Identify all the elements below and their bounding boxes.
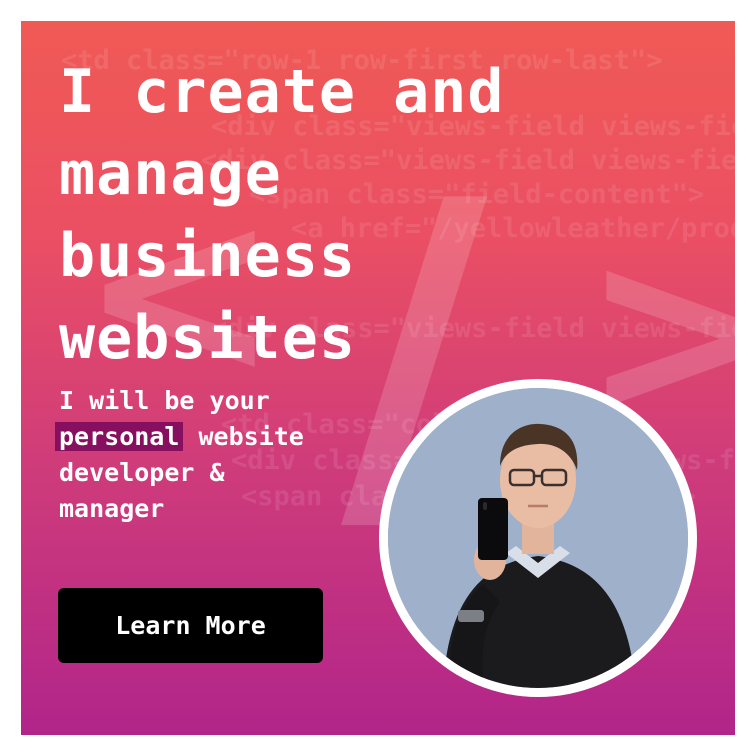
highlighted-word: personal — [55, 422, 184, 451]
portrait-photo-icon — [388, 388, 688, 688]
subtitle-text: website — [198, 422, 304, 451]
avatar — [379, 379, 697, 697]
subtitle-text: manager — [59, 494, 165, 523]
headline: I create and manage business websites — [59, 51, 579, 379]
headline-line: business — [59, 221, 356, 291]
subtitle-text: developer & — [59, 458, 225, 487]
subtitle: I will be your personal website develope… — [55, 383, 379, 527]
subtitle-text: I will be your — [59, 386, 270, 415]
headline-line: manage — [59, 139, 282, 209]
headline-line: I create and — [59, 57, 505, 127]
learn-more-button[interactable]: Learn More — [58, 588, 323, 663]
promo-banner: <td class="row-1 row-first row-last"> <d… — [21, 21, 735, 735]
headline-line: websites — [59, 303, 356, 373]
